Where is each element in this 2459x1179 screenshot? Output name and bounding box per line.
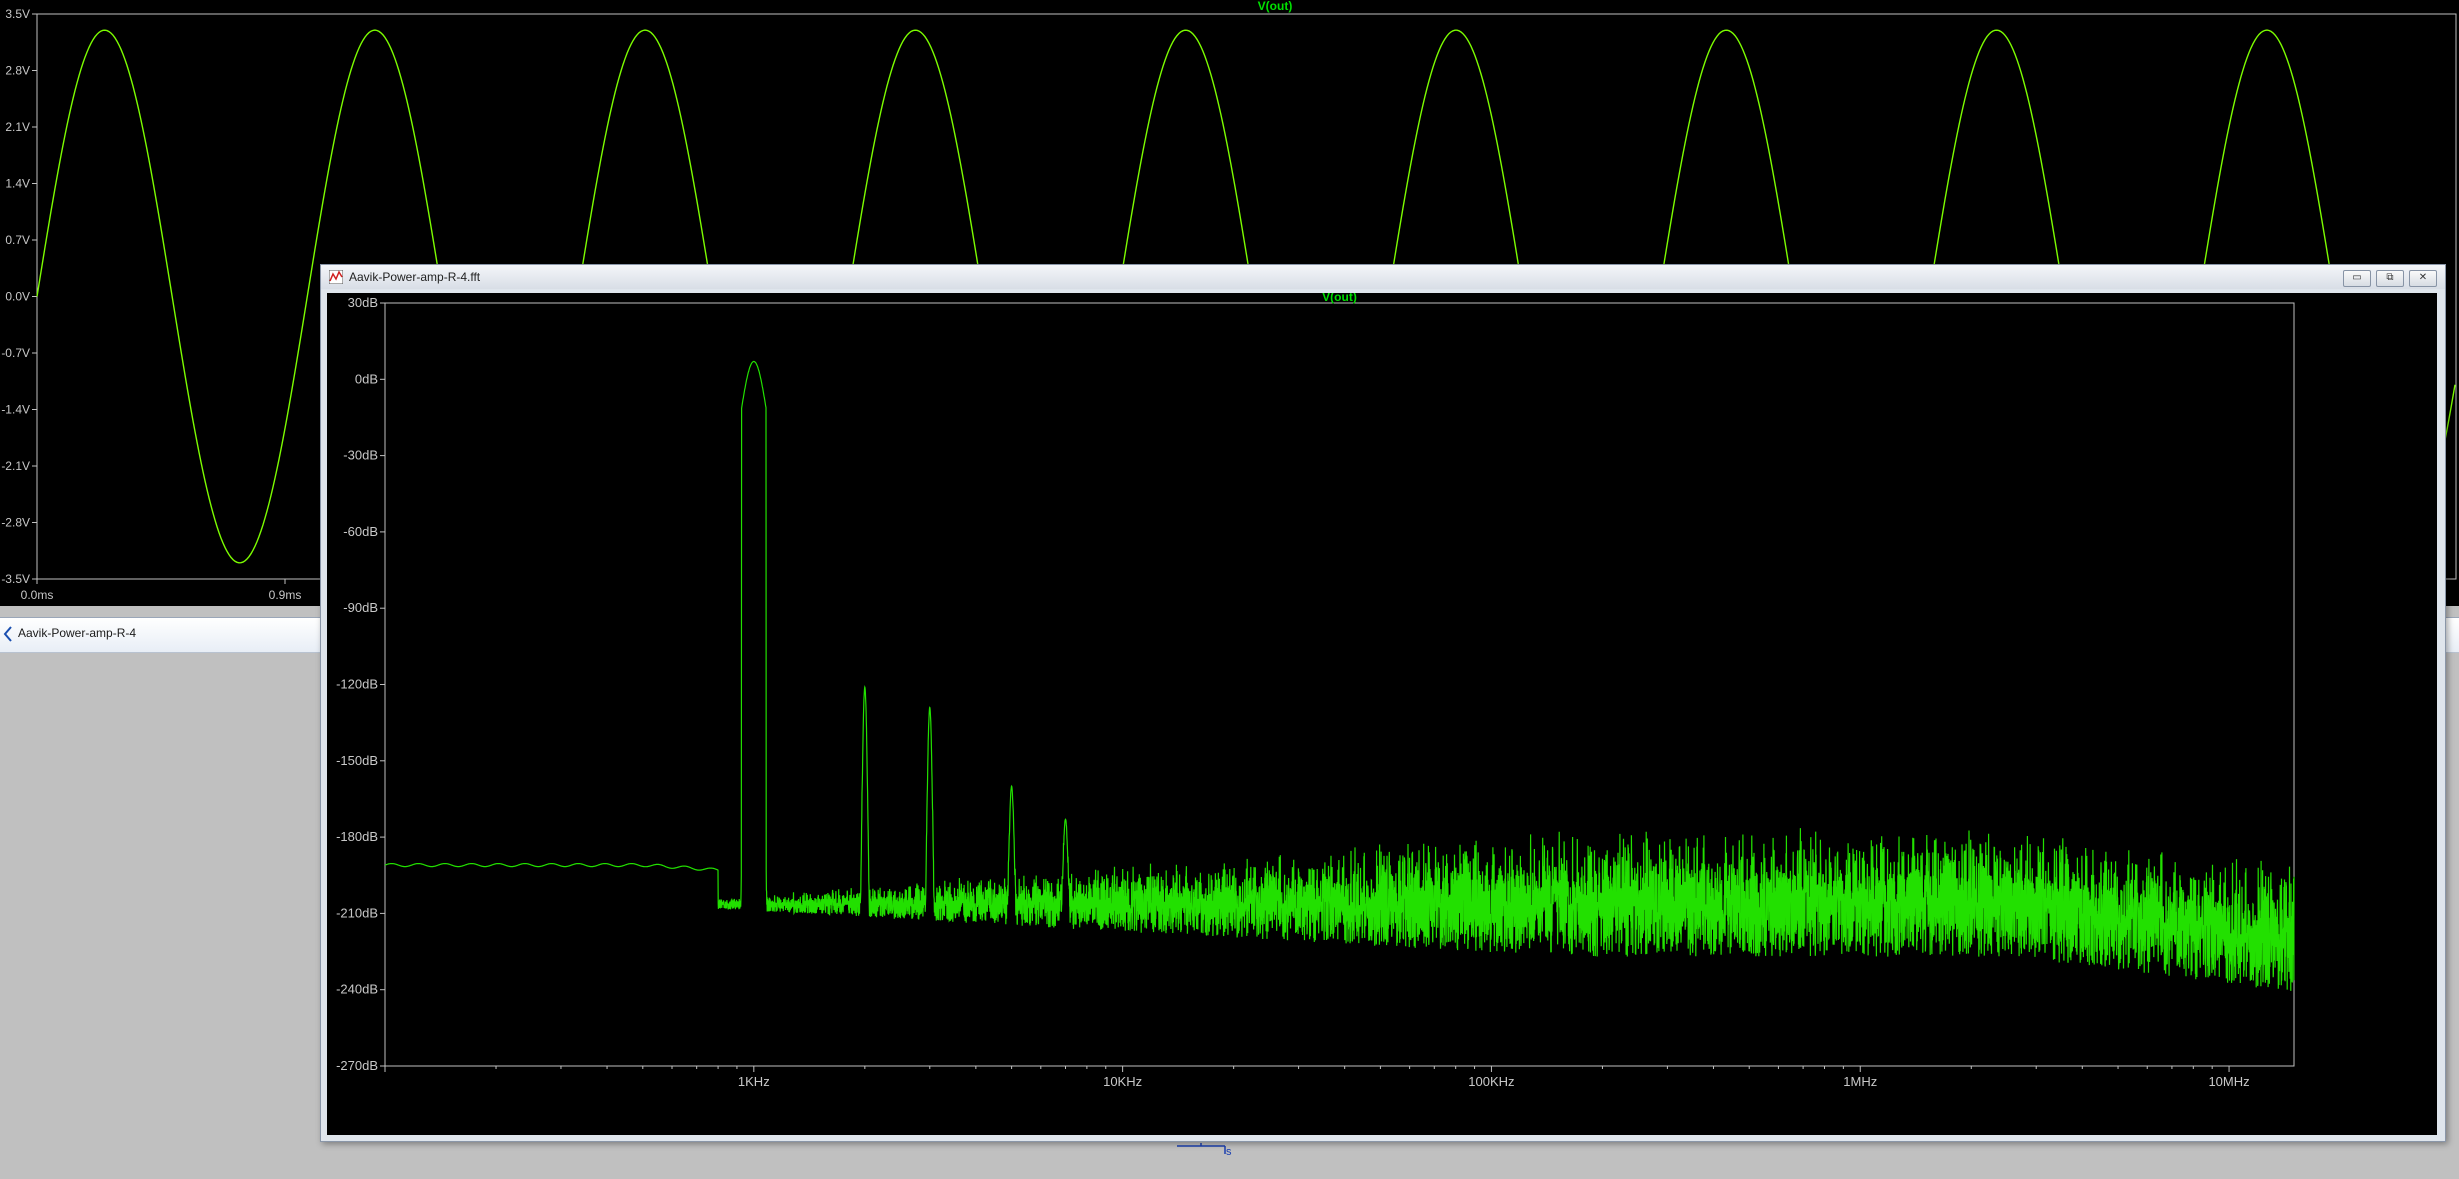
- fft-y-tick-label: -210dB: [336, 905, 378, 920]
- fft-plot-pane[interactable]: 30dB 0dB -30dB -60dB -90dB -120dB -150dB -180dB…: [327, 293, 2437, 1135]
- svg-text:s: s: [1226, 1146, 1232, 1156]
- fft-x-tick-label: 10KHz: [1103, 1074, 1142, 1089]
- fft-y-tick-label: -60dB: [343, 524, 378, 539]
- y-tick-label: 1.4V: [5, 177, 30, 191]
- schematic-icon: [3, 626, 12, 642]
- y-tick-label: -2.8V: [1, 516, 30, 530]
- fft-window-title: Aavik-Power-amp-R-4.fft: [349, 270, 481, 284]
- fft-y-tick-label: -240dB: [336, 982, 378, 997]
- fft-x-tick-label: 100KHz: [1468, 1074, 1514, 1089]
- restore-button[interactable]: ⧉: [2376, 270, 2404, 287]
- x-tick-label: 0.9ms: [269, 588, 302, 602]
- y-tick-label: -1.4V: [1, 403, 30, 417]
- fft-x-tick-label: 1MHz: [1843, 1074, 1877, 1089]
- close-button[interactable]: ✕: [2409, 270, 2437, 287]
- transient-trace-title: V(out): [1258, 0, 1293, 13]
- y-tick-label: 0.7V: [5, 233, 30, 247]
- fft-y-tick-label: -30dB: [343, 448, 378, 463]
- fft-window-titlebar[interactable]: Aavik-Power-amp-R-4.fft ▭ ⧉ ✕: [321, 265, 2445, 289]
- x-tick-label: 0.0ms: [21, 588, 54, 602]
- fft-window[interactable]: Aavik-Power-amp-R-4.fft ▭ ⧉ ✕ 30dB 0dB -30…: [320, 264, 2446, 1142]
- y-tick-label: 2.1V: [5, 120, 30, 134]
- fft-y-tick-label: 0dB: [355, 371, 378, 386]
- fft-trace-title: V(out): [1322, 293, 1357, 304]
- fft-plot-frame: [384, 302, 2295, 1067]
- y-tick-label: -0.7V: [1, 346, 30, 360]
- fft-y-tick-label: 30dB: [348, 295, 378, 310]
- y-tick-label: -3.5V: [1, 572, 30, 586]
- schematic-wire-fragment: s: [1177, 1143, 1232, 1156]
- minimize-button[interactable]: ▭: [2343, 270, 2371, 287]
- fft-x-tick-label: 1KHz: [738, 1074, 770, 1089]
- y-tick-label: 2.8V: [5, 64, 30, 78]
- fft-y-tick-label: -150dB: [336, 753, 378, 768]
- y-tick-label: -2.1V: [1, 459, 30, 473]
- y-tick-label: 0.0V: [5, 290, 30, 304]
- fft-x-tick-label: 10MHz: [2208, 1074, 2249, 1089]
- fft-y-tick-label: -180dB: [336, 829, 378, 844]
- fft-plot-svg: 30dB 0dB -30dB -60dB -90dB -120dB -150dB -180dB…: [336, 293, 2295, 1089]
- fft-y-tick-label: -90dB: [343, 600, 378, 615]
- schematic-window-title: Aavik-Power-amp-R-4: [18, 626, 137, 640]
- fft-y-tick-label: -270dB: [336, 1058, 378, 1073]
- y-tick-label: 3.5V: [5, 7, 30, 21]
- fft-y-tick-label: -120dB: [336, 677, 378, 692]
- fft-trace-line: [384, 360, 2295, 991]
- waveform-icon: [329, 270, 343, 284]
